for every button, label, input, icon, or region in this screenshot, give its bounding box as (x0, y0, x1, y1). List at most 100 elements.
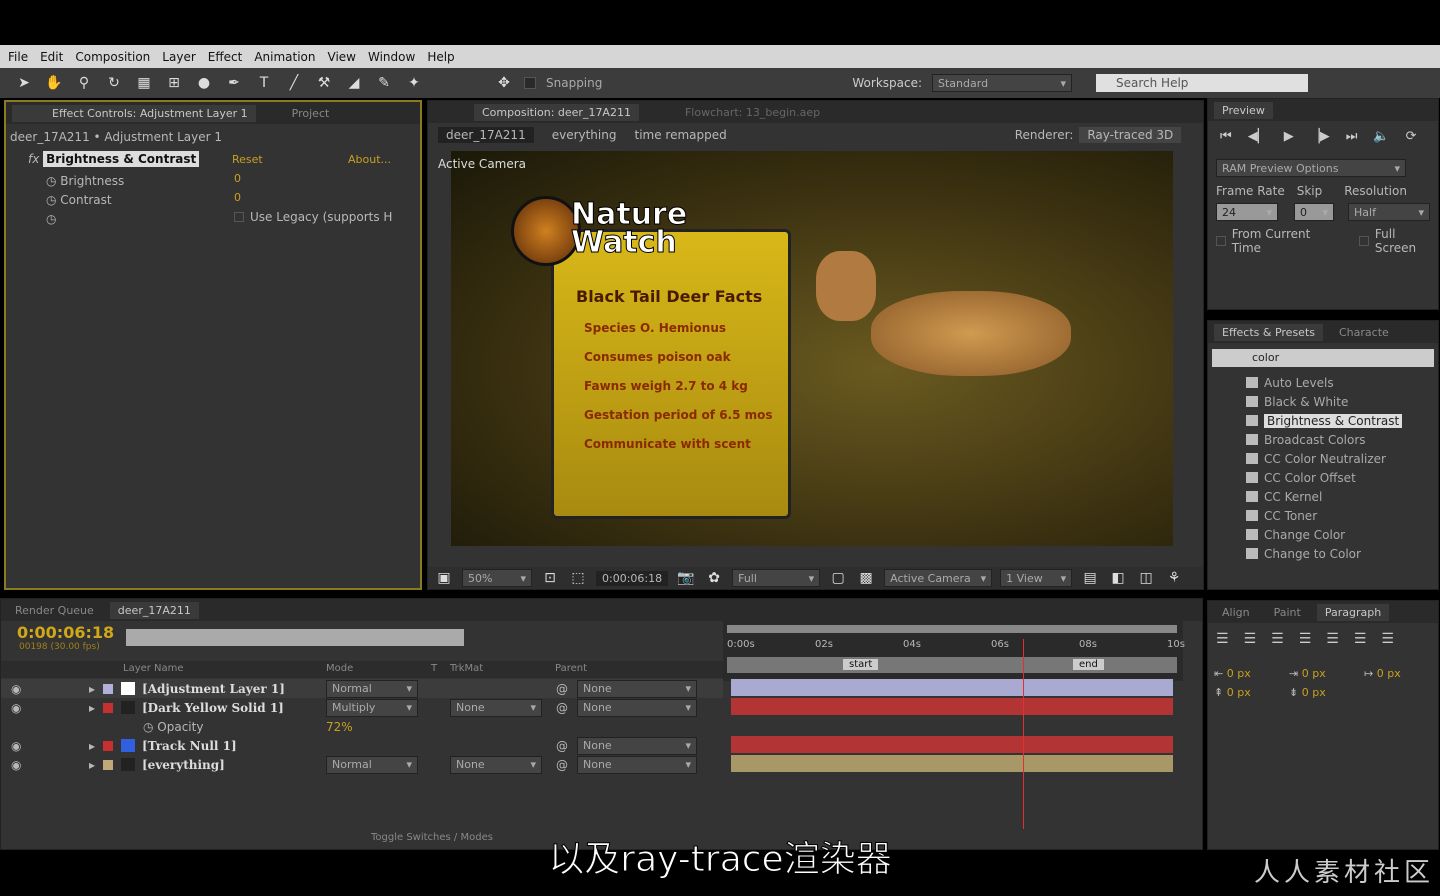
crumb-time-remapped[interactable]: time remapped (634, 128, 726, 142)
brightness-value[interactable]: 0 (234, 172, 241, 185)
effect-list-item[interactable]: CC Toner (1208, 506, 1438, 525)
transparency-grid-icon[interactable]: ▩ (856, 568, 876, 588)
clone-tool-icon[interactable]: ⚒ (314, 73, 334, 93)
tab-character[interactable]: Characte (1331, 324, 1397, 341)
parent-select[interactable]: None (577, 679, 697, 698)
tab-paragraph[interactable]: Paragraph (1316, 603, 1390, 621)
align-right-icon[interactable]: ☰ (1271, 631, 1284, 647)
effect-list-item[interactable]: CC Color Neutralizer (1208, 449, 1438, 468)
next-frame-icon[interactable]: ▕▶ (1310, 129, 1330, 144)
from-current-checkbox[interactable] (1216, 236, 1226, 246)
parent-select[interactable]: None (577, 736, 697, 755)
justify-last-right-icon[interactable]: ☰ (1354, 631, 1367, 647)
justify-last-center-icon[interactable]: ☰ (1326, 631, 1339, 647)
pen-tool-icon[interactable]: ✒ (224, 73, 244, 93)
timeline-icon[interactable]: ◫ (1136, 568, 1156, 588)
stopwatch-icon[interactable]: ◷ (46, 174, 60, 188)
tab-project[interactable]: Project (284, 105, 338, 122)
visibility-eye-icon[interactable]: ◉ (11, 701, 21, 715)
brush-tool-icon[interactable]: ╱ (284, 73, 304, 93)
effect-list-item[interactable]: Auto Levels (1208, 373, 1438, 392)
type-tool-icon[interactable]: T (254, 73, 274, 93)
effect-list-item[interactable]: Broadcast Colors (1208, 430, 1438, 449)
parent-select[interactable]: None (577, 755, 697, 774)
tab-render-queue[interactable]: Render Queue (7, 602, 102, 619)
menu-edit[interactable]: Edit (40, 50, 63, 64)
play-icon[interactable]: ▶ (1284, 129, 1294, 144)
effect-name[interactable]: Brightness & Contrast (43, 151, 200, 167)
last-frame-icon[interactable]: ⏭ (1346, 129, 1358, 144)
layer-duration-bar[interactable] (731, 736, 1173, 753)
selection-tool-icon[interactable]: ➤ (14, 73, 34, 93)
align-left-icon[interactable]: ☰ (1216, 631, 1229, 647)
layer-row[interactable]: ◉ ▸ [everything] Normal None @ None (1, 755, 723, 774)
space-before-field[interactable]: ⇞ 0 px (1214, 686, 1289, 699)
effect-list-item[interactable]: Change to Color (1208, 544, 1438, 563)
workspace-select[interactable]: Standard (932, 74, 1073, 92)
trkmat-select[interactable]: None (450, 698, 542, 717)
renderer-button[interactable]: Ray-traced 3D (1079, 127, 1182, 143)
current-time-display[interactable]: 0:00:06:18 (596, 570, 669, 586)
work-area-bar[interactable] (727, 625, 1177, 633)
current-time-indicator[interactable] (1022, 639, 1024, 829)
safe-zones-icon[interactable]: ⊡ (540, 568, 560, 588)
expand-arrow-icon[interactable]: ▸ (89, 739, 95, 753)
mask-visibility-icon[interactable]: ⬚ (568, 568, 588, 588)
always-preview-icon[interactable]: ▣ (434, 568, 454, 588)
marker-end[interactable]: end (1073, 659, 1104, 670)
tab-composition[interactable]: Composition: deer_17A211 (474, 103, 639, 121)
about-link[interactable]: About... (348, 153, 391, 166)
tab-preview[interactable]: Preview (1214, 101, 1273, 119)
ram-preview-options[interactable]: RAM Preview Options (1216, 159, 1406, 177)
effect-list-item[interactable]: Change Color (1208, 525, 1438, 544)
mode-select[interactable]: Normal (326, 755, 418, 774)
layer-name[interactable]: [Dark Yellow Solid 1] (142, 701, 284, 715)
first-frame-icon[interactable]: ⏮ (1220, 129, 1232, 144)
indent-left-field[interactable]: ⇤ 0 px (1214, 667, 1289, 680)
pick-whip-icon[interactable]: @ (556, 682, 568, 696)
pick-whip-icon[interactable]: @ (556, 758, 568, 772)
resolution-select[interactable]: Full (732, 569, 821, 587)
hand-tool-icon[interactable]: ✋ (44, 73, 64, 93)
effect-list-item[interactable]: CC Kernel (1208, 487, 1438, 506)
menu-effect[interactable]: Effect (208, 50, 243, 64)
expand-arrow-icon[interactable]: ▸ (89, 682, 95, 696)
eraser-tool-icon[interactable]: ◢ (344, 73, 364, 93)
channel-icon[interactable]: ✿ (704, 568, 724, 588)
tab-align[interactable]: Align (1214, 604, 1258, 621)
label-color[interactable] (103, 702, 113, 713)
zoom-tool-icon[interactable]: ⚲ (74, 73, 94, 93)
layer-row[interactable]: ◉ ▸ [Track Null 1] @ None (1, 736, 723, 755)
menu-layer[interactable]: Layer (162, 50, 195, 64)
loop-icon[interactable]: ⟳ (1406, 129, 1417, 144)
tab-deer-comp[interactable]: deer_17A211 (109, 601, 199, 619)
marker-start[interactable]: start (843, 659, 879, 670)
search-help-input[interactable]: Search Help (1096, 74, 1309, 92)
camera-tool-icon[interactable]: ▦ (134, 73, 154, 93)
effect-list-item[interactable]: Brightness & Contrast (1208, 411, 1438, 430)
justify-last-left-icon[interactable]: ☰ (1299, 631, 1312, 647)
fast-previews-icon[interactable]: ◧ (1108, 568, 1128, 588)
pick-whip-icon[interactable]: @ (556, 739, 568, 753)
visibility-eye-icon[interactable]: ◉ (11, 682, 21, 696)
prev-frame-icon[interactable]: ◀▏ (1248, 129, 1268, 144)
pan-behind-tool-icon[interactable]: ⊞ (164, 73, 184, 93)
pick-whip-icon[interactable]: @ (556, 701, 568, 715)
indent-first-field[interactable]: ↦ 0 px (1364, 667, 1439, 680)
menu-animation[interactable]: Animation (254, 50, 315, 64)
layer-row[interactable]: ◉ ▸ [Dark Yellow Solid 1] Multiply None @ None (1, 698, 723, 717)
effects-search-input[interactable]: color (1212, 349, 1434, 367)
visibility-eye-icon[interactable]: ◉ (11, 739, 21, 753)
mode-select[interactable]: Normal (326, 679, 418, 698)
visibility-eye-icon[interactable]: ◉ (11, 758, 21, 772)
camera-view-select[interactable]: Active Camera (884, 569, 993, 587)
contrast-value[interactable]: 0 (234, 191, 241, 204)
layer-row[interactable]: ◉ ▸ [Adjustment Layer 1] Normal @ None (1, 679, 723, 698)
menu-composition[interactable]: Composition (75, 50, 150, 64)
audio-icon[interactable]: 🔈 (1373, 129, 1389, 144)
stopwatch-icon[interactable]: ◷ (46, 210, 124, 229)
snapping-checkbox[interactable] (524, 77, 536, 89)
label-color[interactable] (103, 740, 113, 751)
layer-duration-bar[interactable] (731, 679, 1173, 696)
flowchart-icon[interactable]: ⚘ (1164, 568, 1184, 588)
